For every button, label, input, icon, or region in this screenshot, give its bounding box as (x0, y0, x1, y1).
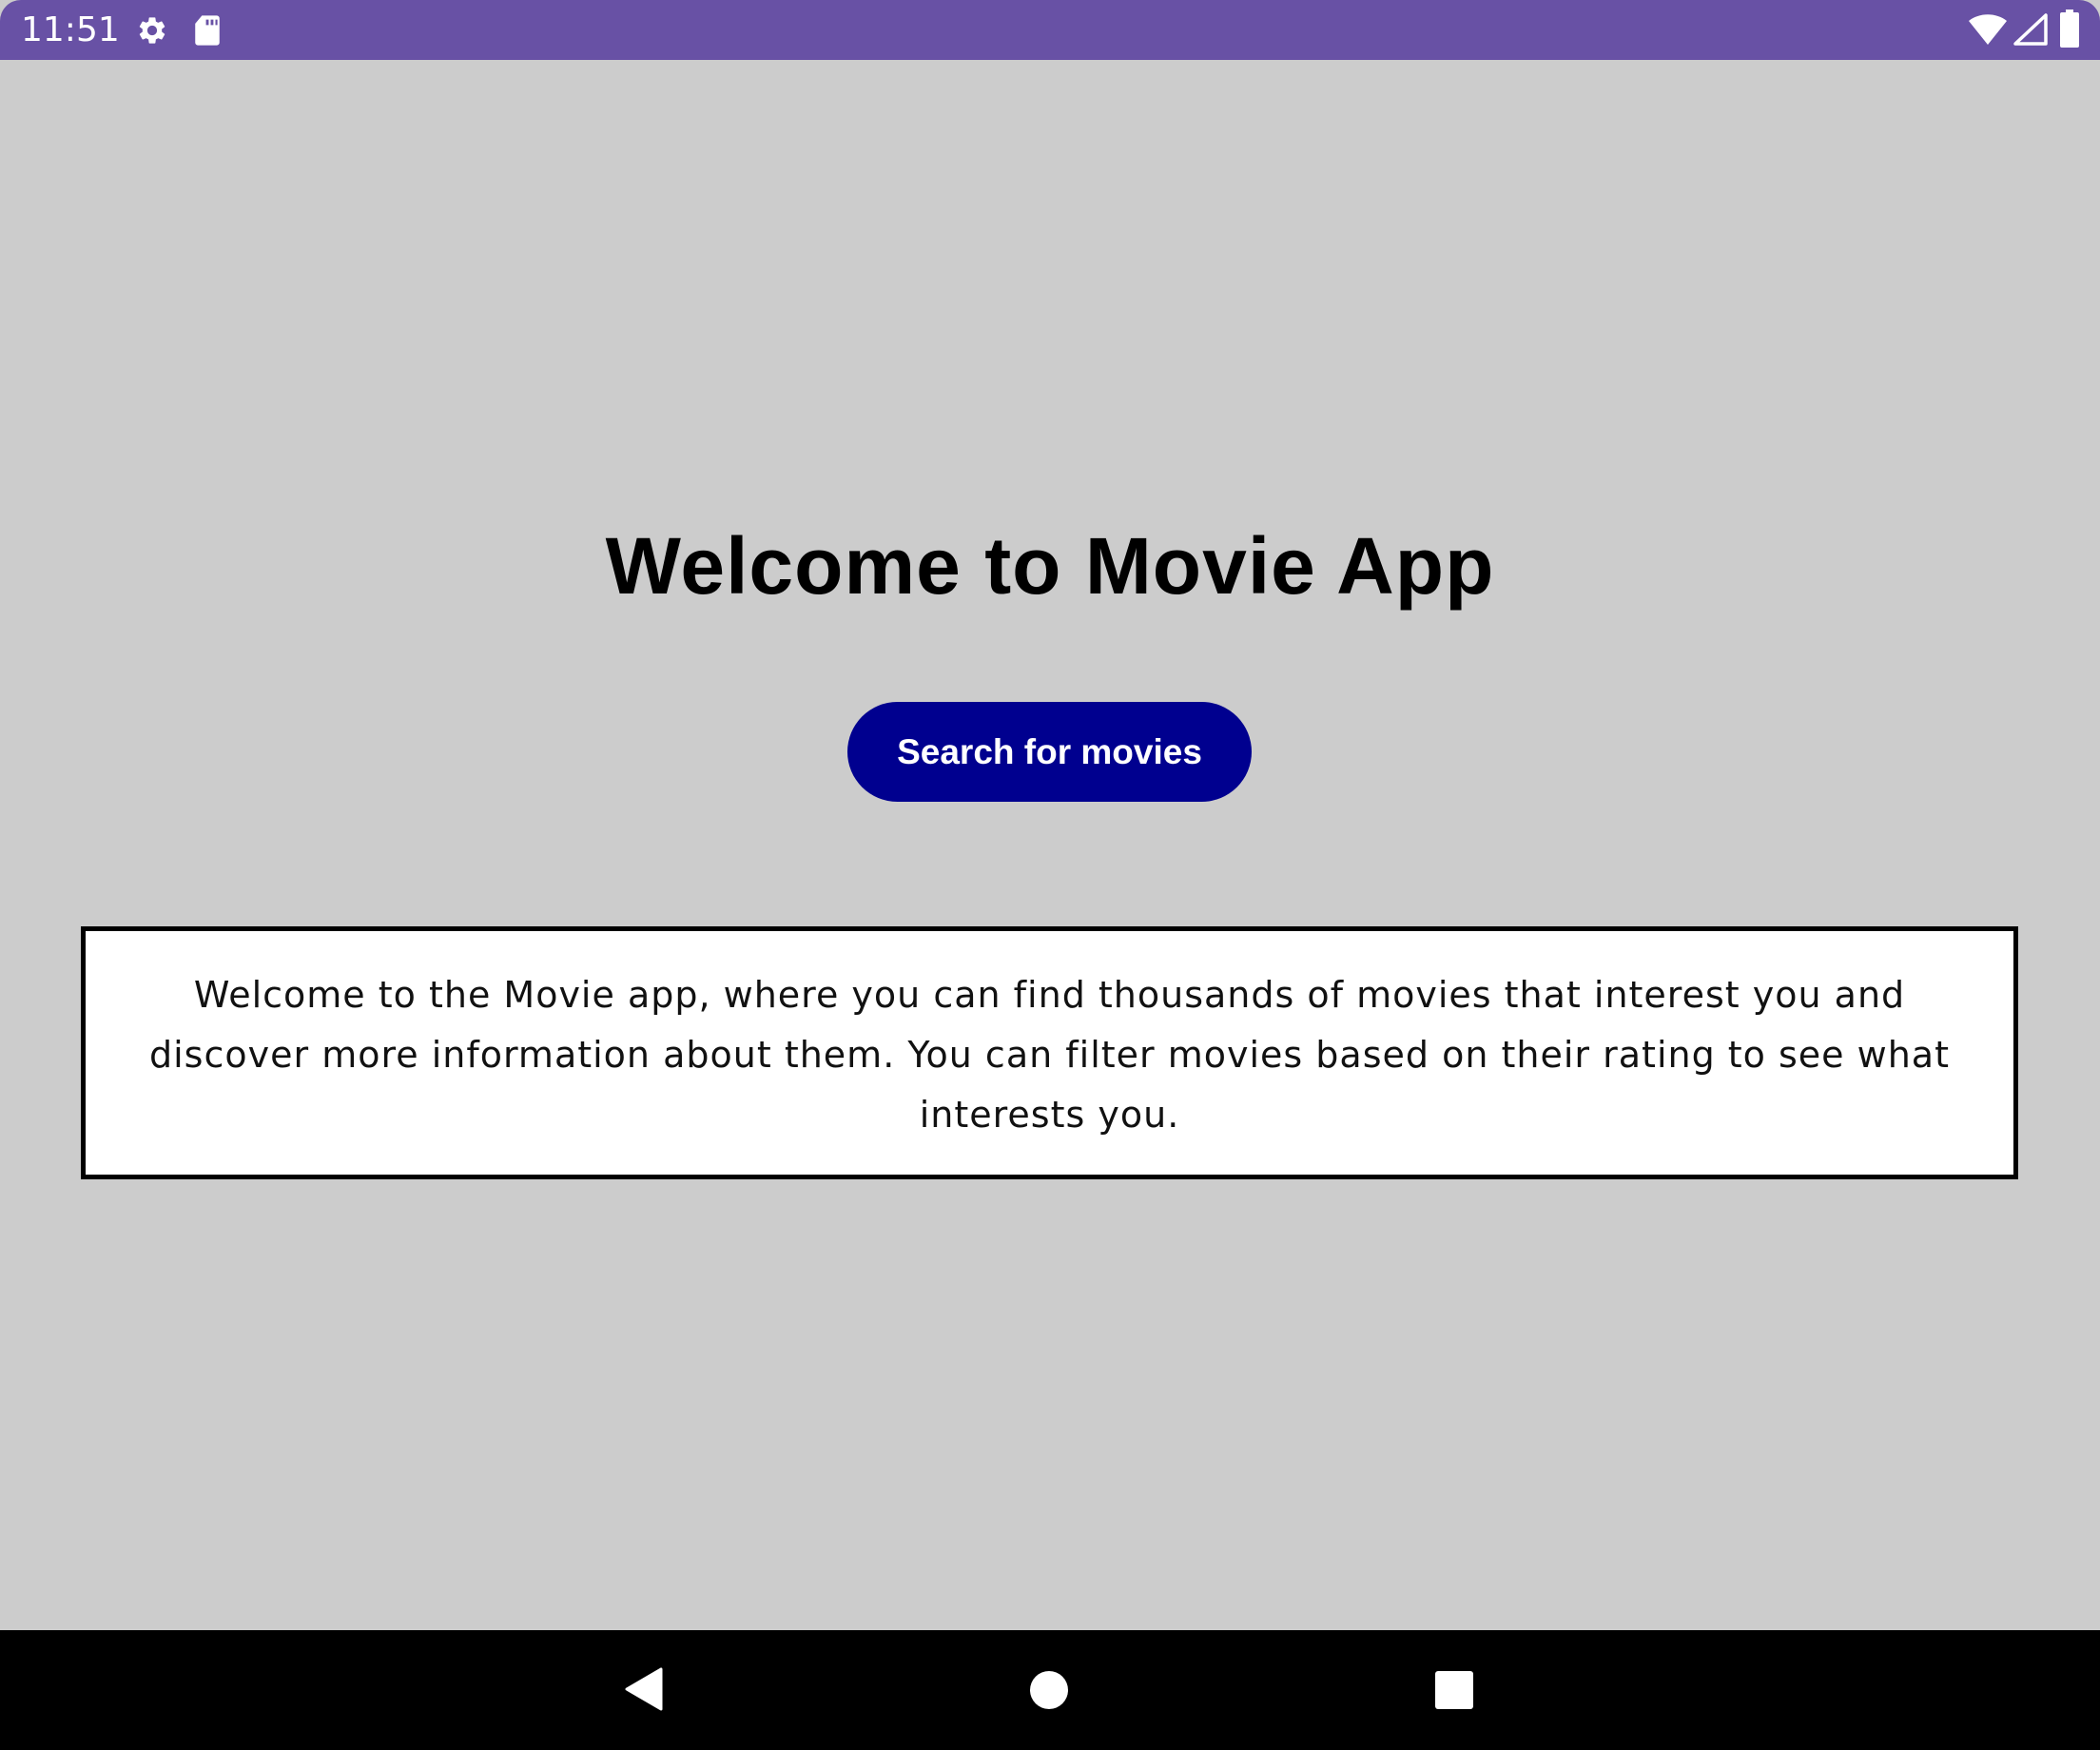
settings-icon (139, 17, 165, 44)
main-content: Welcome to Movie App Search for movies W… (0, 60, 2100, 1630)
recents-icon[interactable] (1434, 1670, 1474, 1710)
home-icon[interactable] (1029, 1670, 1069, 1710)
status-bar: 11:51 (0, 0, 2100, 60)
status-time: 11:51 (21, 10, 120, 49)
intro-card: Welcome to the Movie app, where you can … (81, 926, 2018, 1179)
wifi-icon (1969, 14, 2007, 45)
back-icon[interactable] (623, 1667, 663, 1711)
signal-icon (2013, 13, 2048, 46)
intro-text: Welcome to the Movie app, where you can … (149, 974, 1950, 1136)
sd-card-icon (195, 15, 220, 46)
search-movies-button[interactable]: Search for movies (847, 702, 1252, 802)
page-title: Welcome to Movie App (605, 521, 1495, 611)
battery-icon (2060, 10, 2079, 48)
navigation-bar (0, 1630, 2100, 1750)
